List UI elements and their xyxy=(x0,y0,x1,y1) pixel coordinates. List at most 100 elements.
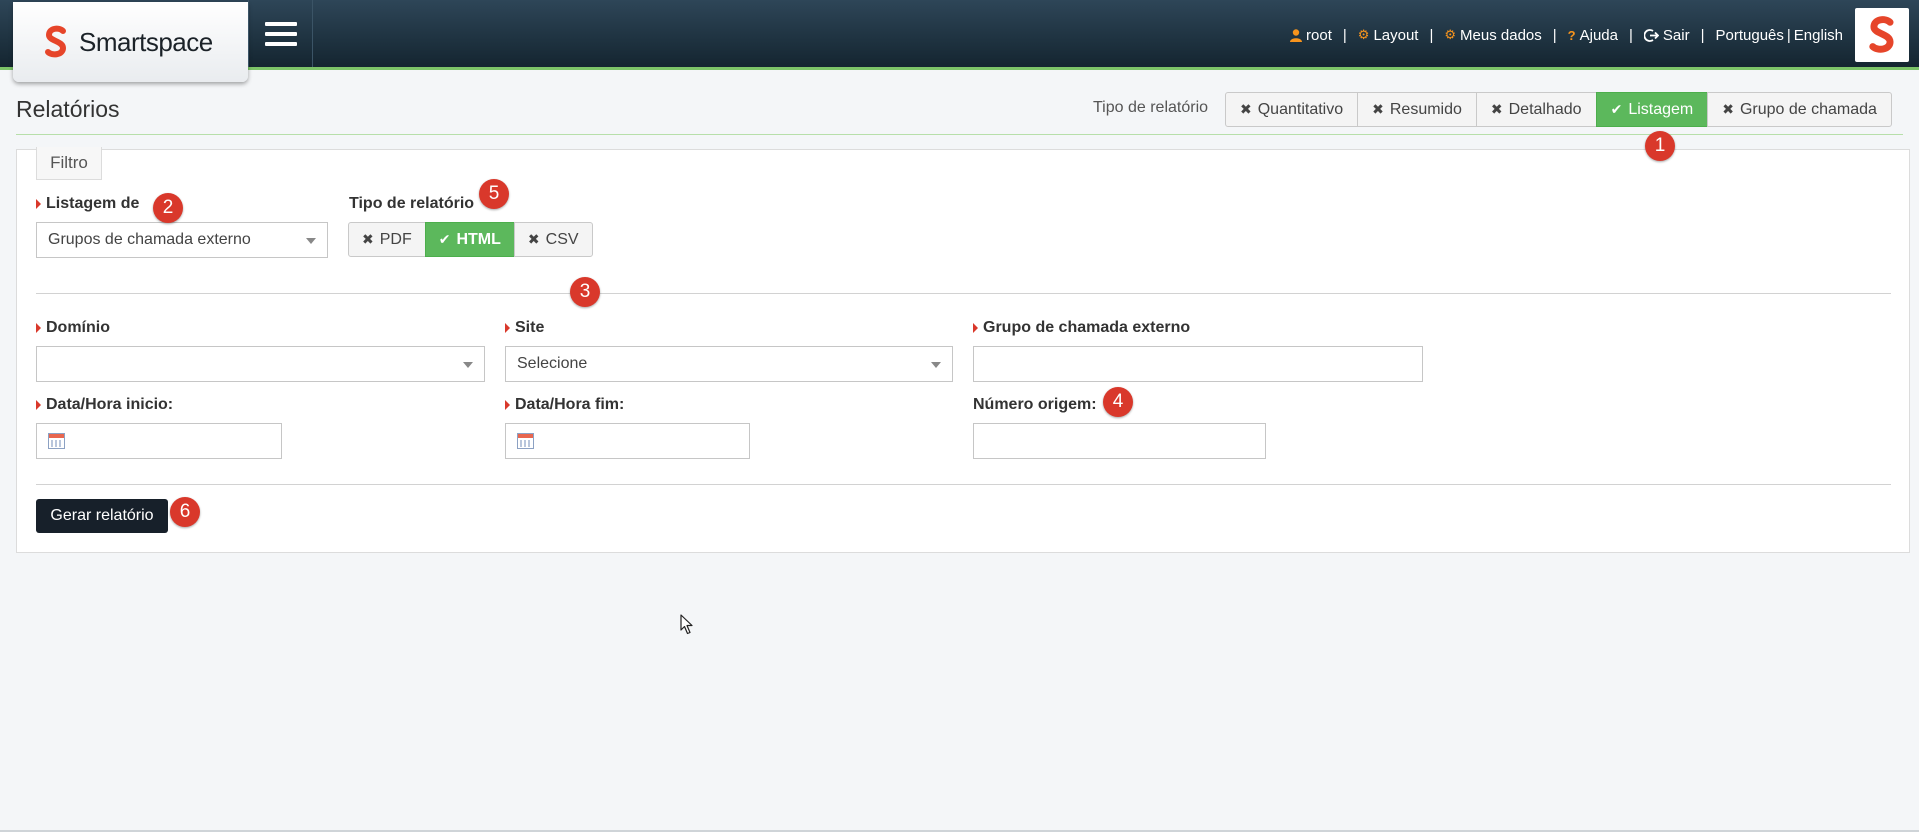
tab-filtro[interactable]: Filtro xyxy=(36,147,102,180)
dominio-label: Domínio xyxy=(36,319,110,337)
x-icon: ✖ xyxy=(1722,101,1734,117)
site-label-text: Site xyxy=(515,319,545,336)
annotation-badge: 5 xyxy=(479,179,509,209)
data-inicio-input[interactable] xyxy=(36,423,282,459)
format-label-text: HTML xyxy=(456,230,501,248)
menu-toggle-button[interactable] xyxy=(248,0,313,67)
report-type-detalhado-button[interactable]: ✖ Detalhado xyxy=(1475,92,1597,127)
listagem-label-text: Listagem de xyxy=(46,195,140,212)
divider: | xyxy=(1342,26,1347,44)
sair-link[interactable]: Sair xyxy=(1643,26,1690,44)
grupo-label: Grupo de chamada externo xyxy=(973,319,1190,337)
user-icon xyxy=(1290,28,1303,42)
report-type-listagem-button[interactable]: ✔ Listagem xyxy=(1595,92,1709,127)
calendar-icon[interactable] xyxy=(48,433,65,449)
numero-origem-label: Número origem: xyxy=(973,396,1097,413)
report-type-label-text: Quantitativo xyxy=(1257,100,1344,118)
listagem-select[interactable]: Grupos de chamada externo xyxy=(36,222,328,258)
gear-icon: ⚙ xyxy=(1444,27,1457,42)
check-icon: ✔ xyxy=(438,231,451,247)
annotation-badge: 6 xyxy=(170,497,200,527)
brand-name: Smartspace xyxy=(79,26,213,57)
x-icon: ✖ xyxy=(527,231,540,247)
x-icon: ✖ xyxy=(1240,101,1252,117)
grupo-input[interactable] xyxy=(973,346,1423,382)
divider: | xyxy=(1629,26,1633,44)
format-csv-button[interactable]: ✖ CSV xyxy=(513,222,593,257)
page-title: Relatórios xyxy=(16,96,120,122)
site-label: Site xyxy=(505,319,544,337)
report-type-label-text: Grupo de chamada xyxy=(1739,100,1877,118)
ajuda-link[interactable]: ? Ajuda xyxy=(1568,27,1618,44)
hamburger-icon-bar xyxy=(264,31,297,36)
x-icon: ✖ xyxy=(362,231,374,247)
smartspace-logo-icon xyxy=(45,25,67,58)
report-type-label-text: Listagem xyxy=(1628,100,1694,118)
format-label-text: PDF xyxy=(379,230,412,248)
x-icon: ✖ xyxy=(1372,101,1384,117)
sign-out-icon xyxy=(1643,28,1659,42)
header-divider xyxy=(16,134,1903,135)
format-html-button[interactable]: ✔ HTML xyxy=(424,222,515,257)
hamburger-icon-bar xyxy=(264,41,297,46)
layout-link[interactable]: ⚙ Layout xyxy=(1358,27,1419,44)
user-link[interactable]: root xyxy=(1290,27,1332,44)
language-en-link[interactable]: English xyxy=(1794,27,1843,44)
section-divider xyxy=(36,484,1891,485)
report-type-quantitativo-button[interactable]: ✖ Quantitativo xyxy=(1225,92,1359,127)
check-icon: ✔ xyxy=(1610,101,1623,117)
report-type-label-text: Resumido xyxy=(1389,100,1462,118)
ajuda-link-label: Ajuda xyxy=(1579,26,1618,44)
format-label: Tipo de relatório xyxy=(349,195,475,212)
dominio-select[interactable] xyxy=(36,346,485,382)
top-bar: Smartspace root | ⚙ Layout | ⚙ Meus dado… xyxy=(0,0,1919,82)
data-fim-label: Data/Hora fim: xyxy=(505,396,624,414)
grupo-label-text: Grupo de chamada externo xyxy=(983,319,1191,336)
meus-dados-link-label: Meus dados xyxy=(1460,26,1542,44)
corner-logo xyxy=(1855,8,1909,62)
numero-origem-input[interactable] xyxy=(973,423,1266,459)
layout-link-label: Layout xyxy=(1373,26,1419,44)
divider: | xyxy=(1429,26,1434,44)
dominio-label-text: Domínio xyxy=(46,319,110,336)
caret-down-icon xyxy=(931,362,941,368)
data-inicio-label-text: Data/Hora inicio: xyxy=(46,396,174,413)
report-type-group: ✖ Quantitativo ✖ Resumido ✖ Detalhado ✔ List… xyxy=(1225,92,1892,127)
sair-link-label: Sair xyxy=(1662,26,1690,44)
brand-logo[interactable]: Smartspace xyxy=(13,2,248,82)
report-type-label: Tipo de relatório xyxy=(1093,99,1209,116)
report-type-grupo-button[interactable]: ✖ Grupo de chamada xyxy=(1707,92,1892,127)
data-fim-label-text: Data/Hora fim: xyxy=(515,396,625,413)
divider: | xyxy=(1700,26,1705,44)
report-type-resumido-button[interactable]: ✖ Resumido xyxy=(1357,92,1477,127)
user-link-label: root xyxy=(1306,26,1332,44)
site-select[interactable]: Selecione xyxy=(505,346,953,382)
caret-down-icon xyxy=(463,362,473,368)
gerar-relatorio-button[interactable]: Gerar relatório xyxy=(36,499,168,533)
hamburger-icon-bar xyxy=(264,21,297,26)
question-icon: ? xyxy=(1567,27,1576,43)
format-label-text: CSV xyxy=(545,230,579,248)
annotation-badge: 3 xyxy=(570,277,600,307)
report-type-label-text: Detalhado xyxy=(1508,100,1582,118)
meus-dados-link[interactable]: ⚙ Meus dados xyxy=(1444,27,1541,44)
format-pdf-button[interactable]: ✖ PDF xyxy=(348,222,426,257)
caret-down-icon xyxy=(306,238,316,244)
calendar-icon[interactable] xyxy=(517,433,534,449)
mouse-cursor-icon xyxy=(680,614,693,635)
language-divider: | xyxy=(1786,26,1791,44)
format-group: ✖ PDF ✔ HTML ✖ CSV xyxy=(348,222,593,257)
annotation-badge: 1 xyxy=(1645,131,1675,161)
annotation-badge: 4 xyxy=(1103,387,1133,417)
annotation-badge: 2 xyxy=(153,193,183,223)
section-divider xyxy=(36,293,1891,294)
data-inicio-label: Data/Hora inicio: xyxy=(36,396,173,414)
listagem-label: Listagem de xyxy=(36,195,139,213)
smartspace-logo-icon xyxy=(1869,16,1894,53)
language-pt-link[interactable]: Português xyxy=(1716,27,1784,44)
data-fim-input[interactable] xyxy=(505,423,750,459)
x-icon: ✖ xyxy=(1490,101,1503,117)
site-select-value: Selecione xyxy=(517,355,588,372)
cogs-icon: ⚙ xyxy=(1357,27,1370,42)
top-nav: root | ⚙ Layout | ⚙ Meus dados | ? Ajuda… xyxy=(1290,0,1843,70)
